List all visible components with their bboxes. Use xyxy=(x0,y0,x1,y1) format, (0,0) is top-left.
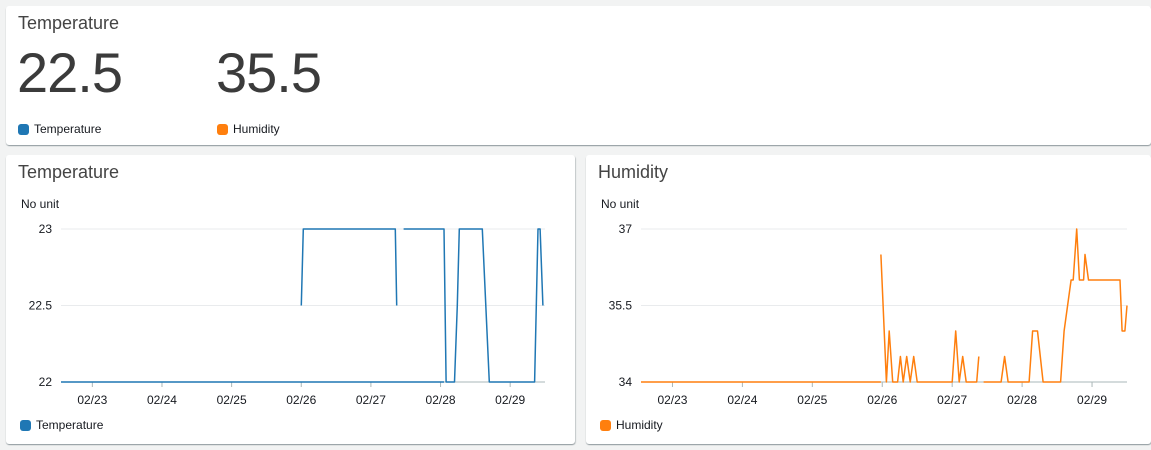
y-tick-label: 37 xyxy=(619,222,633,236)
y-tick-label: 22.5 xyxy=(29,299,53,313)
panel-title: Temperature xyxy=(18,13,120,33)
legend-label: Temperature xyxy=(34,122,102,136)
x-tick-label: 02/29 xyxy=(495,393,525,407)
legend-humidity[interactable]: Humidity xyxy=(600,418,663,432)
x-tick-label: 02/26 xyxy=(867,393,897,407)
x-tick-label: 02/25 xyxy=(797,393,827,407)
x-tick-label: 02/27 xyxy=(356,393,386,407)
series-line-temperature xyxy=(300,228,398,306)
y-tick-label: 22 xyxy=(39,375,53,389)
x-tick-label: 02/27 xyxy=(937,393,967,407)
legend-swatch xyxy=(20,419,31,431)
humidity-chart[interactable]: 34 35.5 37 02/23 02/24 02/25 02/26 02/27 02/28 02… xyxy=(586,155,1151,444)
legend-label: Humidity xyxy=(233,122,280,136)
x-tick-label: 02/24 xyxy=(727,393,757,407)
humidity-value: 35.5 xyxy=(216,41,322,104)
humidity-chart-panel: Humidity No unit 34 35.5 37 02/23 02/24 02/25… xyxy=(586,155,1151,444)
legend-humidity[interactable]: Humidity xyxy=(217,122,280,136)
x-tick-label: 02/28 xyxy=(1007,393,1037,407)
legend-temperature[interactable]: Temperature xyxy=(18,122,101,136)
temperature-value: 22.5 xyxy=(17,41,123,104)
legend-swatch xyxy=(18,123,29,135)
temperature-chart-panel: Temperature No unit 22 22.5 23 02/23 02/24 02… xyxy=(6,155,575,444)
series-line-humidity xyxy=(880,254,980,383)
x-tick-label: 02/25 xyxy=(217,393,247,407)
legend-label: Humidity xyxy=(616,418,663,432)
y-tick-label: 34 xyxy=(619,375,633,389)
x-tick-label: 02/23 xyxy=(77,393,107,407)
summary-panel: Temperature 22.5 35.5 Temperature Humidi… xyxy=(6,6,1151,145)
legend-swatch xyxy=(600,419,611,431)
legend-swatch xyxy=(217,123,228,135)
x-tick-label: 02/28 xyxy=(426,393,456,407)
x-tick-label: 02/29 xyxy=(1077,393,1107,407)
temperature-chart[interactable]: 22 22.5 23 02/23 02/24 02/25 02/26 02/27 02/28 02… xyxy=(6,155,575,444)
legend-temperature[interactable]: Temperature xyxy=(20,418,103,432)
legend-label: Temperature xyxy=(36,418,104,432)
x-tick-label: 02/26 xyxy=(286,393,316,407)
y-tick-label: 35.5 xyxy=(609,299,633,313)
x-tick-label: 02/24 xyxy=(147,393,177,407)
y-tick-label: 23 xyxy=(39,222,53,236)
x-tick-label: 02/23 xyxy=(657,393,687,407)
